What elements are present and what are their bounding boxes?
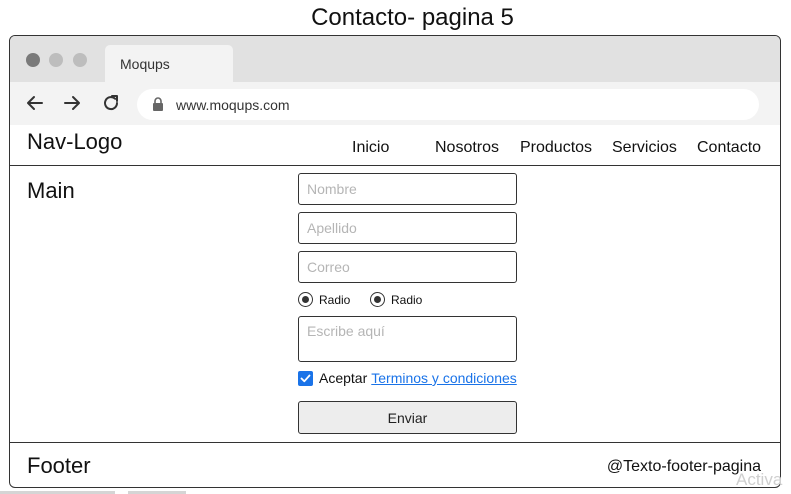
checkbox-checked[interactable] (298, 370, 313, 386)
radio-label-2: Radio (391, 292, 423, 307)
nav-link-servicios[interactable]: Servicios (612, 139, 677, 157)
browser-tab[interactable]: Moqups (105, 45, 233, 82)
address-bar: www.moqups.com (10, 82, 780, 125)
radio-option-2[interactable]: Radio (370, 292, 422, 307)
check-icon (300, 374, 311, 382)
tab-bar: Moqups (10, 36, 780, 82)
window-minimize-dot[interactable] (49, 53, 63, 67)
forward-arrow-icon[interactable] (61, 92, 83, 114)
url-input[interactable]: www.moqups.com (137, 89, 759, 120)
browser-tab-label: Moqups (120, 56, 170, 72)
nav-link-inicio[interactable]: Inicio (352, 139, 389, 157)
nombre-input[interactable] (298, 173, 517, 205)
site-footer: Footer @Texto-footer-pagina (10, 442, 780, 487)
message-textarea[interactable] (298, 316, 517, 362)
nav-logo[interactable]: Nav-Logo (27, 129, 122, 155)
window-maximize-dot[interactable] (73, 53, 87, 67)
window-close-dot[interactable] (26, 53, 40, 67)
reload-icon[interactable] (100, 92, 122, 114)
browser-window: Moqups www.moqups.com Nav-Logo Inicio No… (9, 35, 781, 488)
radio-button-selected[interactable] (370, 292, 385, 307)
terms-checkbox-row[interactable]: Aceptar Terminos y condiciones (298, 370, 517, 386)
radio-label-1: Radio (319, 292, 351, 307)
radio-button-selected[interactable] (298, 292, 313, 307)
nav-link-nosotros[interactable]: Nosotros (435, 139, 499, 157)
footer-label: Footer (27, 453, 91, 478)
nav-link-contacto[interactable]: Contacto (697, 139, 761, 157)
main-label: Main (27, 178, 75, 203)
accept-label: Aceptar (319, 370, 368, 386)
enviar-button[interactable]: Enviar (298, 401, 517, 434)
nav-link-productos[interactable]: Productos (520, 139, 592, 157)
page-title: Contacto- pagina 5 (311, 4, 514, 31)
apellido-input[interactable] (298, 212, 517, 244)
activation-watermark: Activa (736, 470, 783, 489)
lock-icon (153, 97, 163, 111)
correo-input[interactable] (298, 251, 517, 283)
url-text: www.moqups.com (176, 97, 290, 113)
radio-option-1[interactable]: Radio (298, 292, 350, 307)
terms-link[interactable]: Terminos y condiciones (371, 370, 517, 386)
site-header: Nav-Logo Inicio Nosotros Productos Servi… (10, 125, 780, 166)
back-arrow-icon[interactable] (24, 92, 46, 114)
